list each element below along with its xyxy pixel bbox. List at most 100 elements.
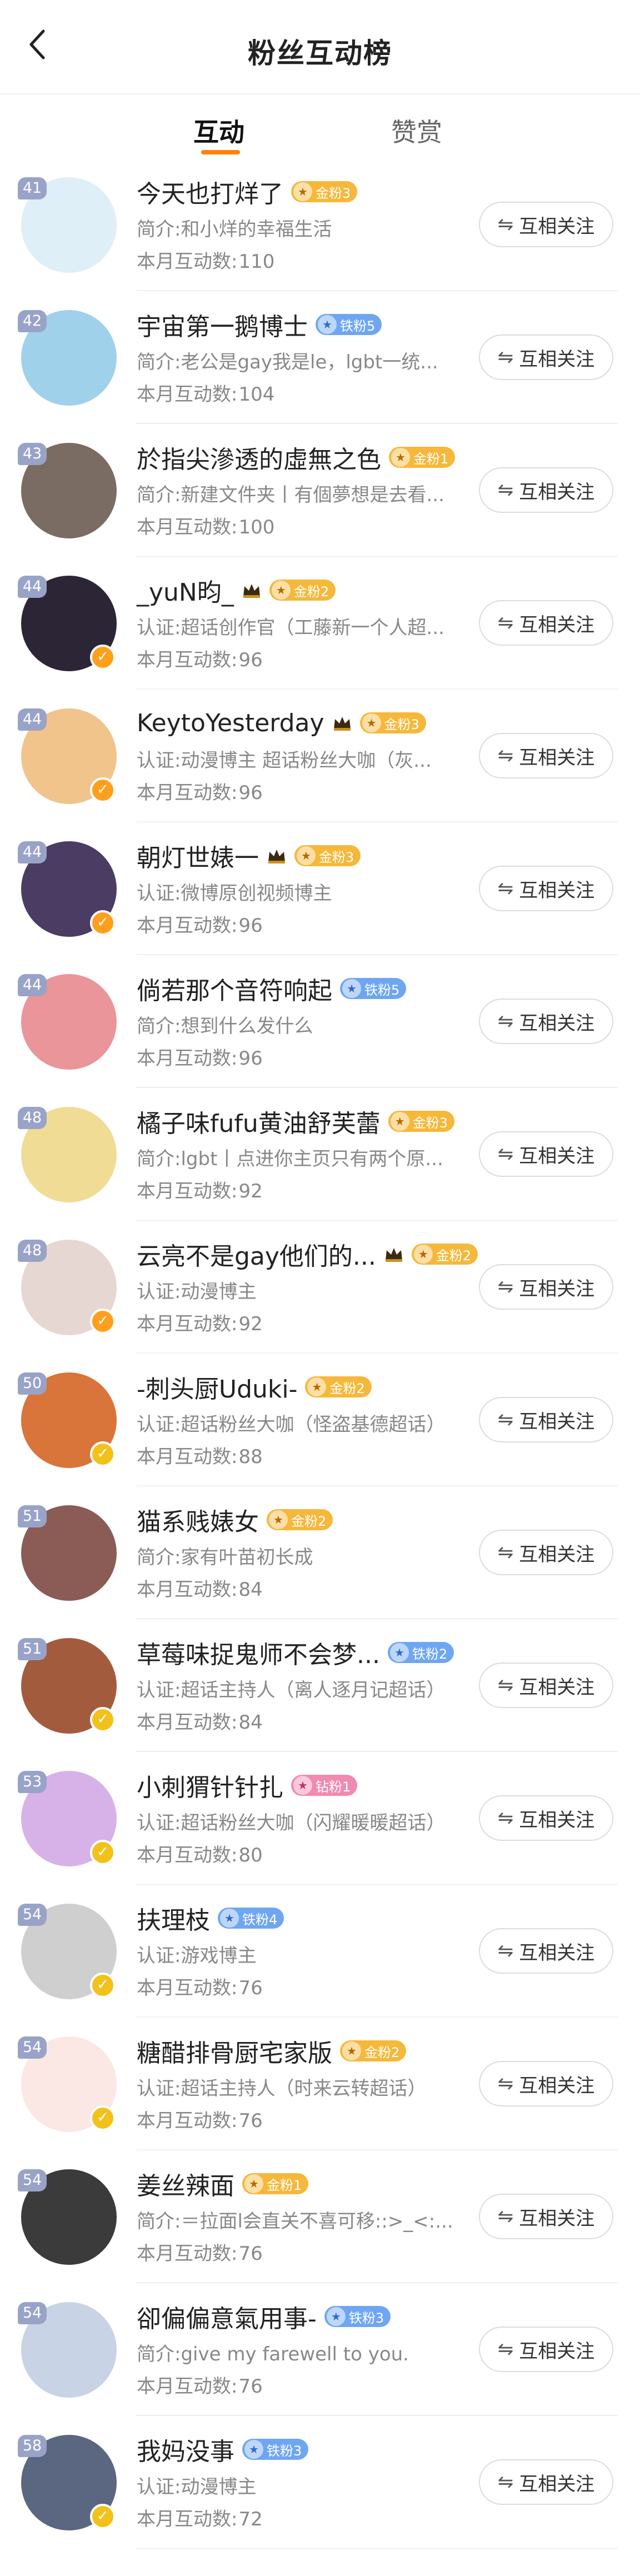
mutual-follow-button[interactable]: ⇋ 互相关注 bbox=[479, 1131, 613, 1177]
list-item[interactable]: 43 於指尖滲透的虛無之色 ★ 金粉1 简介:新建文件夹丨有個夢想是去看... … bbox=[0, 424, 640, 557]
user-name[interactable]: 糖醋排骨厨宅家版 bbox=[137, 2033, 332, 2069]
user-name[interactable]: 倘若那个音符响起 bbox=[137, 971, 332, 1006]
count-value: 96 bbox=[238, 782, 263, 804]
rank-badge: 51 bbox=[18, 1505, 47, 1527]
mutual-follow-button[interactable]: ⇋ 互相关注 bbox=[479, 1264, 613, 1310]
name-line: 草莓味捉鬼师不会梦... ★ 铁粉2 bbox=[137, 1636, 454, 1669]
list-item[interactable]: 50 ✓ -刺头厨Uduki- ★ 金粉2 认证:超话粉丝大咖（怪盗基德超话） … bbox=[0, 1354, 640, 1486]
avatar-wrap[interactable]: 44 bbox=[18, 974, 117, 1070]
avatar-wrap[interactable]: 44 ✓ bbox=[18, 841, 117, 937]
list-item[interactable]: 54 姜丝辣面 ★ 金粉1 简介:＝拉面l会直关不喜可移::>_<:... 本月… bbox=[0, 2150, 640, 2283]
mutual-follow-button[interactable]: ⇋ 互相关注 bbox=[479, 2327, 613, 2372]
list-item[interactable]: 58 ✓ 我妈没事 ★ 铁粉3 认证:动漫博主 本月互动数:72 ⇋ 互相关注 bbox=[0, 2416, 640, 2549]
avatar-wrap[interactable]: 54 ✓ bbox=[18, 2036, 117, 2132]
avatar-wrap[interactable]: 41 bbox=[18, 177, 117, 273]
avatar-wrap[interactable]: 54 bbox=[18, 2302, 117, 2398]
list-item[interactable]: 54 ✓ 扶理枝 ★ 铁粉4 认证:游戏博主 本月互动数:76 ⇋ 互相关注 bbox=[0, 1885, 640, 2018]
user-name[interactable]: 云亮不是gay他们的... bbox=[137, 1236, 376, 1272]
fan-level-badge: ★ 金粉3 bbox=[294, 845, 361, 866]
mutual-follow-button[interactable]: ⇋ 互相关注 bbox=[479, 866, 613, 911]
monthly-interactions: 本月互动数:110 bbox=[137, 246, 274, 273]
list-item[interactable]: 48 橘子味fufu黄油舒芙蕾 ★ 金粉3 简介:lgbt丨点进你主页只有两个原… bbox=[0, 1088, 640, 1221]
monthly-interactions: 本月互动数:84 bbox=[137, 1707, 263, 1734]
user-name[interactable]: _yuN昀_ bbox=[137, 572, 234, 608]
avatar-wrap[interactable]: 54 bbox=[18, 2169, 117, 2265]
list-item[interactable]: 44 ✓ _yuN昀_ ★ 金粉2 认证:超话创作官（工藤新一个人超... 本月… bbox=[0, 557, 640, 690]
mutual-follow-button[interactable]: ⇋ 互相关注 bbox=[479, 335, 613, 380]
user-name[interactable]: 卻偏偏意氣用事- bbox=[137, 2299, 317, 2334]
list-item[interactable]: 51 猫系贱婊女 ★ 金粉2 简介:家有叶苗初长成 本月互动数:84 ⇋ 互相关… bbox=[0, 1486, 640, 1619]
count-label: 本月互动数: bbox=[137, 2243, 238, 2265]
user-name[interactable]: KeytoYesterday bbox=[137, 709, 324, 737]
user-name[interactable]: 猫系贱婊女 bbox=[137, 1502, 259, 1537]
count-label: 本月互动数: bbox=[137, 383, 238, 406]
avatar-wrap[interactable]: 48 ✓ bbox=[18, 1240, 117, 1335]
rank-badge: 41 bbox=[18, 177, 47, 199]
tab-interaction[interactable]: 互动 bbox=[193, 112, 244, 149]
list-item[interactable]: 44 倘若那个音符响起 ★ 铁粉5 简介:想到什么发什么 本月互动数:96 ⇋ … bbox=[0, 955, 640, 1088]
list-item[interactable]: 48 ✓ 云亮不是gay他们的... ★ 金粉2 认证:动漫博主 本月互动数:9… bbox=[0, 1221, 640, 1354]
list-item[interactable]: 44 ✓ KeytoYesterday ★ 金粉3 认证:动漫博主 超话粉丝大咖… bbox=[0, 690, 640, 822]
avatar-wrap[interactable]: 51 ✓ bbox=[18, 1638, 117, 1734]
list-item[interactable]: 51 ✓ 草莓味捉鬼师不会梦... ★ 铁粉2 认证:超话主持人（离人逐月记超话… bbox=[0, 1619, 640, 1752]
mutual-follow-button[interactable]: ⇋ 互相关注 bbox=[479, 1530, 613, 1575]
user-name[interactable]: -刺头厨Uduki- bbox=[137, 1369, 297, 1405]
follow-label: 互相关注 bbox=[519, 1012, 595, 1035]
avatar-wrap[interactable]: 58 ✓ bbox=[18, 2435, 117, 2530]
avatar-wrap[interactable]: 51 bbox=[18, 1505, 117, 1601]
avatar-wrap[interactable]: 54 ✓ bbox=[18, 1904, 117, 1999]
list-item[interactable]: 53 ✓ 小刺猬针针扎 ★ 钻粉1 认证:超话粉丝大咖（闪耀暖暖超话） 本月互动… bbox=[0, 1752, 640, 1885]
user-name[interactable]: 姜丝辣面 bbox=[137, 2166, 234, 2201]
avatar-wrap[interactable]: 43 bbox=[18, 443, 117, 538]
name-line: 橘子味fufu黄油舒芙蕾 ★ 金粉3 bbox=[137, 1104, 455, 1139]
mutual-follow-button[interactable]: ⇋ 互相关注 bbox=[479, 999, 613, 1044]
fan-level-label: 钻粉1 bbox=[316, 1779, 351, 1795]
user-name[interactable]: 橘子味fufu黄油舒芙蕾 bbox=[137, 1104, 381, 1139]
mutual-follow-button[interactable]: ⇋ 互相关注 bbox=[479, 600, 613, 646]
count-value: 92 bbox=[238, 1180, 263, 1202]
mutual-follow-button[interactable]: ⇋ 互相关注 bbox=[479, 2061, 613, 2106]
tab-appreciation[interactable]: 赞赏 bbox=[391, 112, 442, 149]
avatar-wrap[interactable]: 44 ✓ bbox=[18, 576, 117, 671]
fan-badge-icon: ★ bbox=[326, 2307, 346, 2326]
fan-level-label: 铁粉2 bbox=[412, 1646, 448, 1662]
rank-badge: 44 bbox=[18, 841, 47, 863]
mutual-follow-button[interactable]: ⇋ 互相关注 bbox=[479, 2194, 613, 2239]
monthly-interactions: 本月互动数:76 bbox=[137, 2371, 263, 2398]
user-name[interactable]: 今天也打烊了 bbox=[137, 174, 283, 209]
user-name[interactable]: 草莓味捉鬼师不会梦... bbox=[137, 1635, 380, 1670]
list-item[interactable]: 42 宇宙第一鹅博士 ★ 铁粉5 简介:老公是gay我是le，lgbt一统...… bbox=[0, 291, 640, 424]
follow-label: 互相关注 bbox=[519, 879, 595, 902]
avatar-wrap[interactable]: 53 ✓ bbox=[18, 1771, 117, 1866]
user-bio: 认证:动漫博主 bbox=[137, 2476, 257, 2498]
user-name[interactable]: 我妈没事 bbox=[137, 2432, 234, 2467]
user-name[interactable]: 於指尖滲透的虛無之色 bbox=[137, 440, 381, 475]
list-item[interactable]: 54 卻偏偏意氣用事- ★ 铁粉3 简介:give my farewell to… bbox=[0, 2283, 640, 2416]
avatar-wrap[interactable]: 48 bbox=[18, 1107, 117, 1202]
user-name[interactable]: 扶理枝 bbox=[137, 1900, 210, 1936]
user-name[interactable]: 宇宙第一鹅博士 bbox=[137, 307, 308, 342]
mutual-follow-button[interactable]: ⇋ 互相关注 bbox=[479, 1928, 613, 1974]
mutual-follow-button[interactable]: ⇋ 互相关注 bbox=[479, 733, 613, 778]
avatar-wrap[interactable]: 42 bbox=[18, 310, 117, 406]
fan-level-badge: ★ 铁粉4 bbox=[218, 1908, 284, 1929]
list-item[interactable]: 44 ✓ 朝灯世婊一 ★ 金粉3 认证:微博原创视频博主 本月互动数:96 ⇋ … bbox=[0, 822, 640, 955]
list-item[interactable]: 54 ✓ 糖醋排骨厨宅家版 ★ 金粉2 认证:超话主持人（时来云转超话） 本月互… bbox=[0, 2018, 640, 2150]
user-name[interactable]: 朝灯世婊一 bbox=[137, 838, 259, 873]
avatar-wrap[interactable]: 50 ✓ bbox=[18, 1372, 117, 1468]
mutual-follow-button[interactable]: ⇋ 互相关注 bbox=[479, 467, 613, 513]
avatar-wrap[interactable]: 44 ✓ bbox=[18, 708, 117, 804]
mutual-follow-button[interactable]: ⇋ 互相关注 bbox=[479, 202, 613, 247]
mutual-follow-button[interactable]: ⇋ 互相关注 bbox=[479, 2459, 613, 2505]
monthly-interactions: 本月互动数:76 bbox=[137, 2105, 263, 2133]
list-item[interactable]: 41 今天也打烊了 ★ 金粉3 简介:和小烊的幸福生活 本月互动数:110 ⇋ … bbox=[0, 158, 640, 291]
follow-label: 互相关注 bbox=[519, 746, 595, 769]
mutual-follow-button[interactable]: ⇋ 互相关注 bbox=[479, 1795, 613, 1841]
monthly-interactions: 本月互动数:80 bbox=[137, 1840, 263, 1867]
user-name[interactable]: 小刺猬针针扎 bbox=[137, 1768, 283, 1803]
mutual-follow-button[interactable]: ⇋ 互相关注 bbox=[479, 1397, 613, 1442]
follow-label: 互相关注 bbox=[519, 1145, 595, 1167]
follow-label: 互相关注 bbox=[519, 348, 595, 371]
fan-level-badge: ★ 金粉1 bbox=[389, 447, 456, 468]
mutual-follow-button[interactable]: ⇋ 互相关注 bbox=[479, 1663, 613, 1708]
